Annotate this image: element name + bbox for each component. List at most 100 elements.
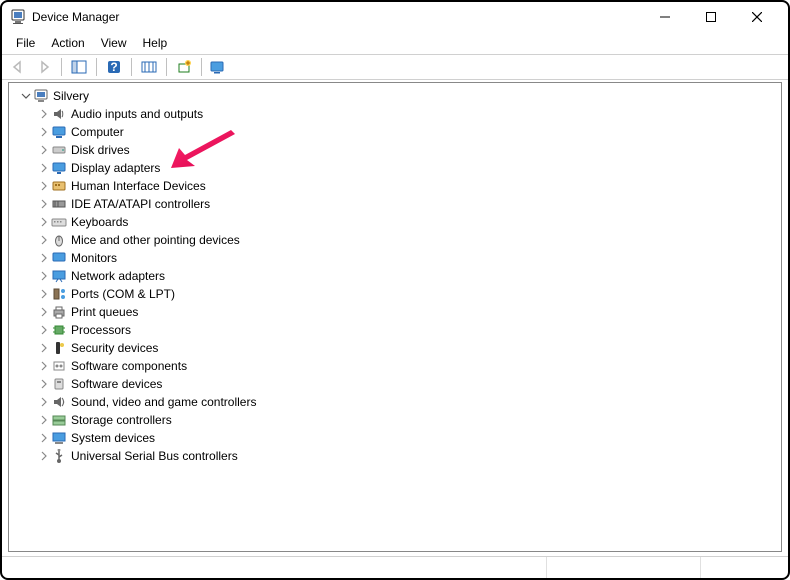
expand-icon[interactable] <box>37 413 51 427</box>
window-title: Device Manager <box>32 10 119 24</box>
tree-item[interactable]: Keyboards <box>35 213 781 231</box>
category-icon <box>51 214 67 230</box>
expand-icon[interactable] <box>37 251 51 265</box>
expand-icon[interactable] <box>37 359 51 373</box>
tree-item[interactable]: Processors <box>35 321 781 339</box>
tree-item-label: Security devices <box>71 341 158 355</box>
tree-item[interactable]: Storage controllers <box>35 411 781 429</box>
expand-icon[interactable] <box>37 269 51 283</box>
category-icon <box>51 124 67 140</box>
expand-icon[interactable] <box>37 395 51 409</box>
tree-item[interactable]: Software devices <box>35 375 781 393</box>
category-icon <box>51 412 67 428</box>
tree-root-row[interactable]: Silvery <box>17 87 781 105</box>
expand-icon[interactable] <box>37 197 51 211</box>
tree-item[interactable]: Display adapters <box>35 159 781 177</box>
forward-button[interactable] <box>32 56 56 78</box>
statusbar <box>2 556 788 578</box>
tree-item-label: Software components <box>71 359 187 373</box>
minimize-button[interactable] <box>642 2 688 32</box>
expand-icon[interactable] <box>37 233 51 247</box>
toolbar-separator <box>131 58 132 76</box>
computer-icon <box>33 88 49 104</box>
collapse-icon[interactable] <box>19 89 33 103</box>
back-button[interactable] <box>6 56 30 78</box>
tree-item[interactable]: Disk drives <box>35 141 781 159</box>
menu-view[interactable]: View <box>93 34 135 52</box>
expand-icon[interactable] <box>37 323 51 337</box>
tree-item[interactable]: Software components <box>35 357 781 375</box>
tree-item-label: Storage controllers <box>71 413 172 427</box>
tree-item[interactable]: Network adapters <box>35 267 781 285</box>
expand-icon[interactable] <box>37 179 51 193</box>
add-legacy-hardware-button[interactable] <box>172 56 196 78</box>
category-icon <box>51 322 67 338</box>
tree-item-label: Print queues <box>71 305 138 319</box>
tree-item[interactable]: Computer <box>35 123 781 141</box>
category-icon <box>51 196 67 212</box>
window-controls <box>642 2 780 32</box>
status-cell <box>701 557 788 578</box>
tree-item[interactable]: Security devices <box>35 339 781 357</box>
device-tree-panel[interactable]: Silvery Audio inputs and outputs Computer… <box>8 82 782 552</box>
close-button[interactable] <box>734 2 780 32</box>
status-cell <box>2 557 547 578</box>
category-icon <box>51 376 67 392</box>
titlebar: Device Manager <box>2 2 788 32</box>
menu-action[interactable]: Action <box>43 34 92 52</box>
toolbar-separator <box>166 58 167 76</box>
tree-item-label: Disk drives <box>71 143 130 157</box>
tree-item[interactable]: Universal Serial Bus controllers <box>35 447 781 465</box>
category-icon <box>51 430 67 446</box>
category-icon <box>51 448 67 464</box>
menubar: File Action View Help <box>2 32 788 54</box>
category-icon <box>51 358 67 374</box>
category-icon <box>51 268 67 284</box>
tree-item[interactable]: Human Interface Devices <box>35 177 781 195</box>
tree-item[interactable]: Monitors <box>35 249 781 267</box>
tree-item-label: Processors <box>71 323 131 337</box>
category-icon <box>51 340 67 356</box>
tree-item[interactable]: Print queues <box>35 303 781 321</box>
expand-icon[interactable] <box>37 305 51 319</box>
expand-icon[interactable] <box>37 125 51 139</box>
maximize-button[interactable] <box>688 2 734 32</box>
tree-item-label: Universal Serial Bus controllers <box>71 449 238 463</box>
menu-help[interactable]: Help <box>135 34 176 52</box>
expand-icon[interactable] <box>37 341 51 355</box>
tree-item-label: Monitors <box>71 251 117 265</box>
help-button[interactable]: ? <box>102 56 126 78</box>
tree-item[interactable]: Mice and other pointing devices <box>35 231 781 249</box>
expand-icon[interactable] <box>37 431 51 445</box>
tree-item[interactable]: IDE ATA/ATAPI controllers <box>35 195 781 213</box>
status-cell <box>547 557 700 578</box>
expand-icon[interactable] <box>37 161 51 175</box>
tree-item[interactable]: Ports (COM & LPT) <box>35 285 781 303</box>
tree-item-label: Display adapters <box>71 161 160 175</box>
expand-icon[interactable] <box>37 449 51 463</box>
tree-item[interactable]: Sound, video and game controllers <box>35 393 781 411</box>
expand-icon[interactable] <box>37 377 51 391</box>
tree-item-label: Network adapters <box>71 269 165 283</box>
category-icon <box>51 160 67 176</box>
expand-icon[interactable] <box>37 107 51 121</box>
tree-item-label: Computer <box>71 125 124 139</box>
show-hide-tree-button[interactable] <box>67 56 91 78</box>
expand-icon[interactable] <box>37 287 51 301</box>
tree-children: Audio inputs and outputs Computer Disk dri… <box>17 105 781 465</box>
category-icon <box>51 304 67 320</box>
menu-file[interactable]: File <box>8 34 43 52</box>
svg-text:?: ? <box>110 60 117 74</box>
expand-icon[interactable] <box>37 143 51 157</box>
tree-item[interactable]: Audio inputs and outputs <box>35 105 781 123</box>
expand-icon[interactable] <box>37 215 51 229</box>
tree-item-label: Keyboards <box>71 215 128 229</box>
category-icon <box>51 178 67 194</box>
tree-item[interactable]: System devices <box>35 429 781 447</box>
scan-hardware-button[interactable] <box>137 56 161 78</box>
tree-item-label: System devices <box>71 431 155 445</box>
tree-item-label: Mice and other pointing devices <box>71 233 240 247</box>
view-devices-button[interactable] <box>207 56 231 78</box>
toolbar-separator <box>201 58 202 76</box>
toolbar: ? <box>2 54 788 80</box>
